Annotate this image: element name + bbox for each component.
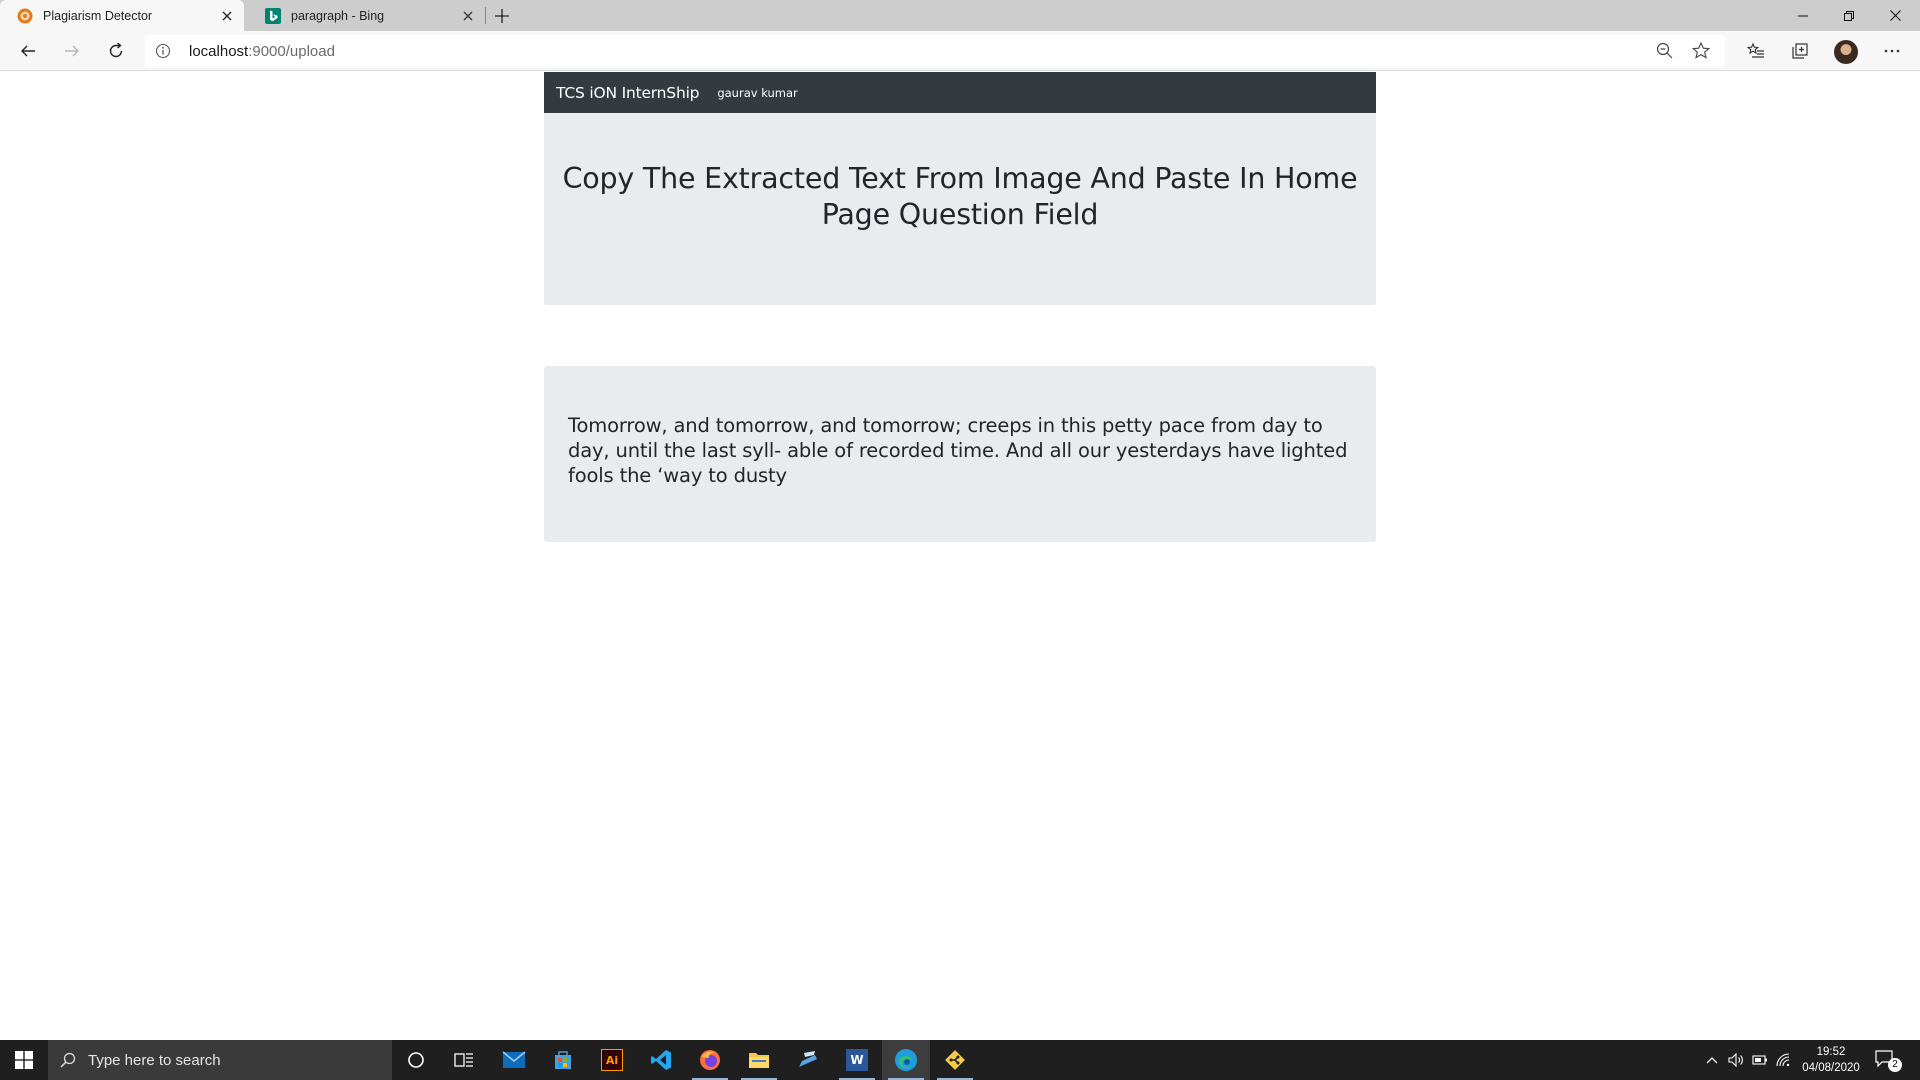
anaconda-icon[interactable] [784, 1040, 832, 1080]
extracted-text: Tomorrow, and tomorrow, and tomorrow; cr… [568, 414, 1348, 487]
git-icon[interactable] [931, 1040, 979, 1080]
notification-count-badge: 2 [1888, 1058, 1902, 1072]
close-tab-icon[interactable] [455, 3, 481, 29]
forward-button[interactable] [56, 35, 88, 67]
cortana-icon[interactable] [392, 1040, 440, 1080]
illustrator-label: Ai [601, 1049, 623, 1071]
volume-icon[interactable] [1724, 1040, 1748, 1080]
chevron-up-icon[interactable] [1700, 1040, 1724, 1080]
tab-title: Plagiarism Detector [43, 8, 153, 23]
favorite-star-icon[interactable] [1691, 41, 1711, 61]
tab-plagiarism-detector[interactable]: Plagiarism Detector [0, 0, 244, 31]
refresh-button[interactable] [100, 35, 132, 67]
tab-divider [485, 7, 486, 24]
edge-icon[interactable] [882, 1040, 930, 1080]
jumbotron: Copy The Extracted Text From Image And P… [544, 113, 1376, 305]
task-view-icon[interactable] [440, 1040, 488, 1080]
globe-orange-icon [17, 8, 33, 24]
web-page: TCS iON InternShip gaurav kumar Copy The… [0, 72, 1920, 1040]
extracted-text-panel: Tomorrow, and tomorrow, and tomorrow; cr… [544, 366, 1376, 542]
firefox-icon[interactable] [686, 1040, 734, 1080]
tab-bing[interactable]: paragraph - Bing [248, 0, 485, 31]
profile-avatar[interactable] [1834, 40, 1858, 64]
vscode-icon[interactable] [637, 1040, 685, 1080]
store-icon[interactable] [539, 1040, 587, 1080]
url-text: localhost:9000/upload [189, 43, 335, 60]
new-tab-button[interactable] [488, 2, 516, 30]
collections-icon[interactable] [1788, 39, 1812, 63]
close-tab-icon[interactable] [214, 3, 240, 29]
browser-toolbar: localhost:9000/upload [0, 31, 1920, 71]
site-info-icon[interactable] [155, 43, 171, 59]
word-label: W [846, 1049, 868, 1071]
clock-date: 04/08/2020 [1802, 1062, 1860, 1074]
clock-time: 19:52 [1816, 1046, 1846, 1058]
tab-title: paragraph - Bing [291, 8, 385, 23]
system-clock[interactable]: 19:52 04/08/2020 [1796, 1044, 1866, 1076]
file-explorer-icon[interactable] [735, 1040, 783, 1080]
page-heading: Copy The Extracted Text From Image And P… [562, 162, 1358, 231]
word-icon[interactable]: W [833, 1040, 881, 1080]
navbar-brand[interactable]: TCS iON InternShip [556, 84, 700, 102]
bing-icon [265, 7, 281, 24]
site-navbar: TCS iON InternShip gaurav kumar [544, 72, 1376, 113]
back-button[interactable] [12, 35, 44, 67]
zoom-icon[interactable] [1655, 41, 1675, 61]
navbar-user-link[interactable]: gaurav kumar [717, 86, 797, 100]
search-icon [60, 1052, 76, 1068]
battery-icon[interactable] [1748, 1040, 1772, 1080]
minimize-button[interactable] [1780, 0, 1826, 31]
restore-button[interactable] [1826, 0, 1872, 31]
tab-strip: Plagiarism Detector paragraph - Bing [0, 0, 1920, 31]
mail-icon[interactable] [490, 1040, 538, 1080]
windows-taskbar: Type here to search Ai W 19:52 04/08/202… [0, 1040, 1920, 1080]
start-button[interactable] [0, 1040, 48, 1080]
taskbar-search-box[interactable]: Type here to search [48, 1040, 392, 1080]
close-window-button[interactable] [1872, 0, 1918, 31]
wifi-icon[interactable] [1772, 1040, 1796, 1080]
page-container: TCS iON InternShip gaurav kumar Copy The… [544, 72, 1376, 542]
favorites-icon[interactable] [1744, 39, 1768, 63]
illustrator-icon[interactable]: Ai [588, 1040, 636, 1080]
address-bar[interactable]: localhost:9000/upload [145, 35, 1725, 67]
more-options-icon[interactable] [1880, 39, 1904, 63]
search-placeholder: Type here to search [88, 1051, 221, 1069]
